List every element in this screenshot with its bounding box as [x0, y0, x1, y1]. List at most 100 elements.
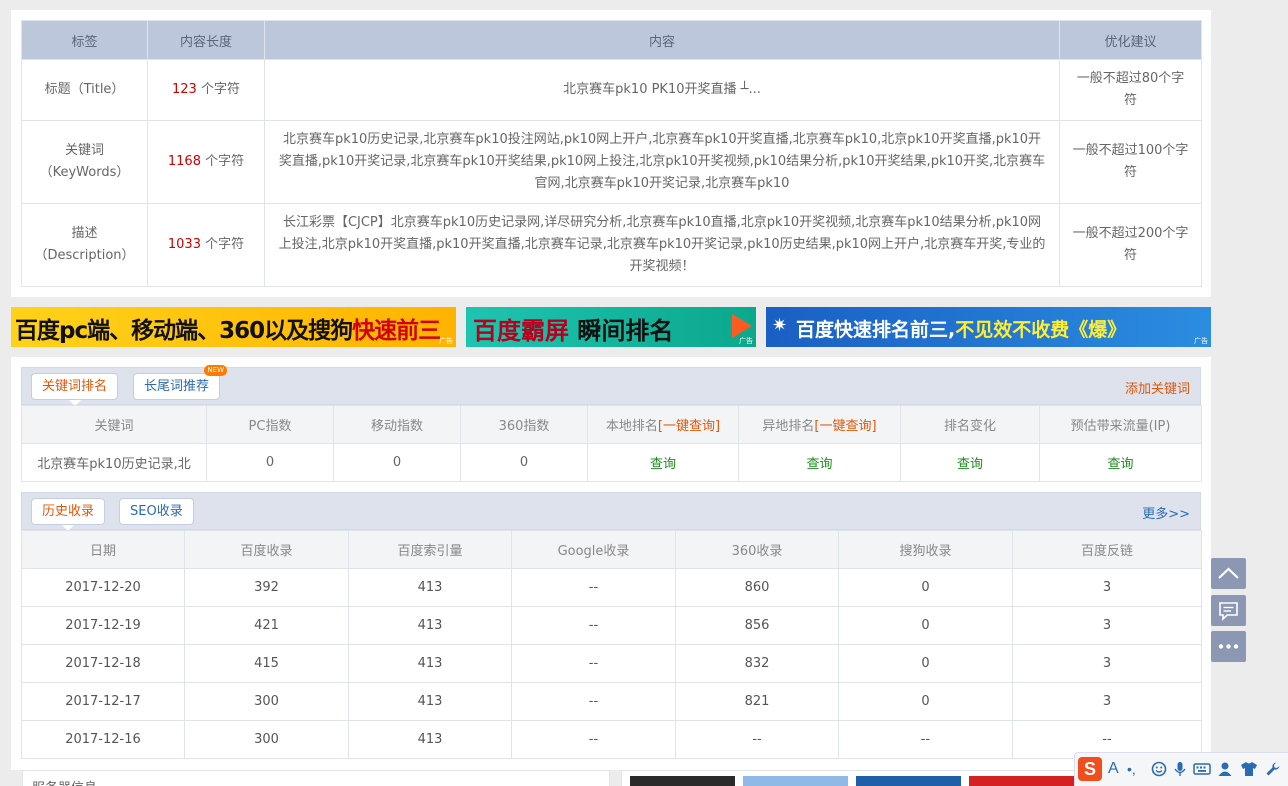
meta-advice: 一般不超过80个字符 [1059, 59, 1202, 121]
site-thumbnail[interactable] [630, 776, 735, 786]
query-remote-link[interactable]: 查询 [806, 457, 832, 472]
banner-text: 百度霸屏 瞬间排名 [473, 317, 674, 345]
local-rank-cell: 查询 [587, 443, 739, 482]
ime-toolbar: S A •, [1074, 752, 1288, 786]
traffic-cell: 查询 [1039, 443, 1202, 482]
meta-row-keywords: 关键词（KeyWords） 1168 个字符 北京赛车pk10历史记录,北京赛车… [21, 120, 1202, 204]
google-cell: -- [511, 682, 676, 721]
tab-longtail[interactable]: 长尾词推荐 NEW [133, 365, 228, 400]
col-google-index: Google收录 [511, 530, 676, 569]
ad-banner-screen[interactable]: 百度霸屏 瞬间排名 广告 [466, 307, 756, 347]
keyword-header-row: 关键词 PC指数 移动指数 360指数 本地排名[一键查询] 异地排名[一键查询… [21, 405, 1202, 444]
baidu-cell: 300 [184, 720, 349, 759]
banner-text: 百度快速排名前三,不见效不收费《爆》 [796, 319, 1127, 341]
ad-banner-no-effect[interactable]: ✷ 百度快速排名前三,不见效不收费《爆》 广告 [766, 307, 1211, 347]
keyword-cell: 北京赛车pk10历史记录,北 [21, 443, 207, 482]
360-index-cell: 0 [460, 443, 588, 482]
col-content: 内容 [264, 20, 1060, 60]
meta-label: 关键词（KeyWords） [21, 120, 148, 204]
wrench-icon[interactable] [1265, 761, 1281, 777]
meta-length: 123 个字符 [147, 59, 265, 121]
history-table: 日期 百度收录 百度索引量 Google收录 360收录 搜狗收录 百度反链 2… [21, 530, 1202, 759]
history-tabbar: 历史收录 SEO收录 更多>> [21, 492, 1201, 531]
user-icon[interactable] [1217, 761, 1233, 777]
microphone-icon[interactable] [1173, 761, 1187, 777]
backlink-cell: 3 [1012, 644, 1202, 683]
col-360-index: 360收录 [675, 530, 839, 569]
table-row: 2017-12-19 421 413 -- 856 0 3 [21, 606, 1202, 645]
col-rank-change: 排名变化 [900, 405, 1040, 444]
more-options-button[interactable] [1211, 631, 1246, 662]
meta-content: 北京赛车pk10历史记录,北京赛车pk10投注网站,pk10网上开户,北京赛车p… [264, 120, 1060, 204]
s360-cell: 856 [675, 606, 839, 645]
tab-seo-index[interactable]: SEO收录 [119, 498, 194, 525]
tab-history-index[interactable]: 历史收录 [31, 498, 106, 531]
date-cell: 2017-12-19 [21, 606, 185, 645]
banner-text: 百度pc端、移动端、360以及搜狗快速前三 [15, 318, 441, 344]
play-icon [732, 314, 752, 338]
sogou-cell: 0 [838, 606, 1013, 645]
sogou-cell: 0 [838, 644, 1013, 683]
google-cell: -- [511, 568, 676, 607]
emoji-icon[interactable] [1151, 761, 1167, 777]
ime-language-toggle[interactable]: A [1108, 761, 1119, 777]
query-local-link[interactable]: 查询 [650, 457, 676, 472]
rank-change-cell: 查询 [900, 443, 1040, 482]
meta-content: 北京赛车pk10 PK10开奖直播 ┴... [264, 59, 1060, 121]
meta-table: 标签 内容长度 内容 优化建议 标题（Title） 123 个字符 北京赛车pk… [21, 20, 1202, 287]
col-baidu-backlinks: 百度反链 [1012, 530, 1202, 569]
ime-punctuation-toggle[interactable]: •, [1127, 761, 1136, 777]
col-sogou-index: 搜狗收录 [838, 530, 1013, 569]
col-date: 日期 [21, 530, 185, 569]
table-row: 北京赛车pk10历史记录,北 0 0 0 查询 查询 查询 查询 [21, 443, 1202, 482]
sparkle-icon: ✷ [772, 315, 788, 336]
sogou-cell: 0 [838, 682, 1013, 721]
history-header-row: 日期 百度收录 百度索引量 Google收录 360收录 搜狗收录 百度反链 [21, 530, 1202, 569]
more-link[interactable]: 更多>> [1142, 503, 1190, 522]
s360-cell: 821 [675, 682, 839, 721]
backlink-cell: 3 [1012, 682, 1202, 721]
baidu-cell: 421 [184, 606, 349, 645]
server-info-label: 服务器信息 [32, 777, 97, 786]
col-traffic: 预估带来流量(IP) [1039, 405, 1202, 444]
feedback-button[interactable] [1211, 595, 1246, 626]
query-traffic-link[interactable]: 查询 [1107, 457, 1133, 472]
sogou-cell: -- [838, 720, 1013, 759]
col-pc-index: PC指数 [206, 405, 334, 444]
backlink-cell: 3 [1012, 568, 1202, 607]
mobile-index-cell: 0 [333, 443, 461, 482]
col-length: 内容长度 [147, 20, 265, 60]
meta-content: 长江彩票【CJCP】北京赛车pk10历史记录网,详尽研究分析,北京赛车pk10直… [264, 203, 1060, 287]
meta-label: 标题（Title） [21, 59, 148, 121]
site-thumbnail[interactable] [743, 776, 848, 786]
tab-keyword-rank[interactable]: 关键词排名 [31, 373, 119, 406]
comment-icon [1219, 602, 1238, 621]
table-row: 2017-12-17 300 413 -- 821 0 3 [21, 682, 1202, 721]
seo-meta-panel: 标签 内容长度 内容 优化建议 标题（Title） 123 个字符 北京赛车pk… [11, 10, 1211, 297]
google-cell: -- [511, 720, 676, 759]
query-all-local-link[interactable]: [一键查询] [658, 419, 720, 434]
meta-row-title: 标题（Title） 123 个字符 北京赛车pk10 PK10开奖直播 ┴...… [21, 59, 1202, 121]
col-local-rank: 本地排名[一键查询] [587, 405, 739, 444]
skin-shirt-icon[interactable] [1240, 761, 1258, 777]
site-thumbnail[interactable] [969, 776, 1074, 786]
pc-index-cell: 0 [206, 443, 334, 482]
add-keyword-link[interactable]: 添加关键词 [1125, 378, 1190, 397]
col-remote-rank: 异地排名[一键查询] [738, 405, 901, 444]
baidu-volume-cell: 413 [348, 606, 512, 645]
date-cell: 2017-12-18 [21, 644, 185, 683]
ranking-panel: 关键词排名 长尾词推荐 NEW 添加关键词 关键词 PC指数 移动指数 360指… [11, 357, 1211, 770]
ad-banner-fast-rank[interactable]: 百度pc端、移动端、360以及搜狗快速前三 广告 [11, 307, 456, 347]
col-360-index: 360指数 [460, 405, 588, 444]
s360-cell: -- [675, 720, 839, 759]
keyboard-icon[interactable] [1193, 761, 1211, 777]
meta-header-row: 标签 内容长度 内容 优化建议 [21, 20, 1202, 60]
back-to-top-button[interactable] [1211, 558, 1246, 589]
query-all-remote-link[interactable]: [一键查询] [814, 419, 876, 434]
query-change-link[interactable]: 查询 [957, 457, 983, 472]
baidu-volume-cell: 413 [348, 568, 512, 607]
col-label: 标签 [21, 20, 148, 60]
site-thumbnail[interactable] [856, 776, 961, 786]
backlink-cell: 3 [1012, 606, 1202, 645]
sogou-ime-logo[interactable]: S [1078, 757, 1102, 781]
